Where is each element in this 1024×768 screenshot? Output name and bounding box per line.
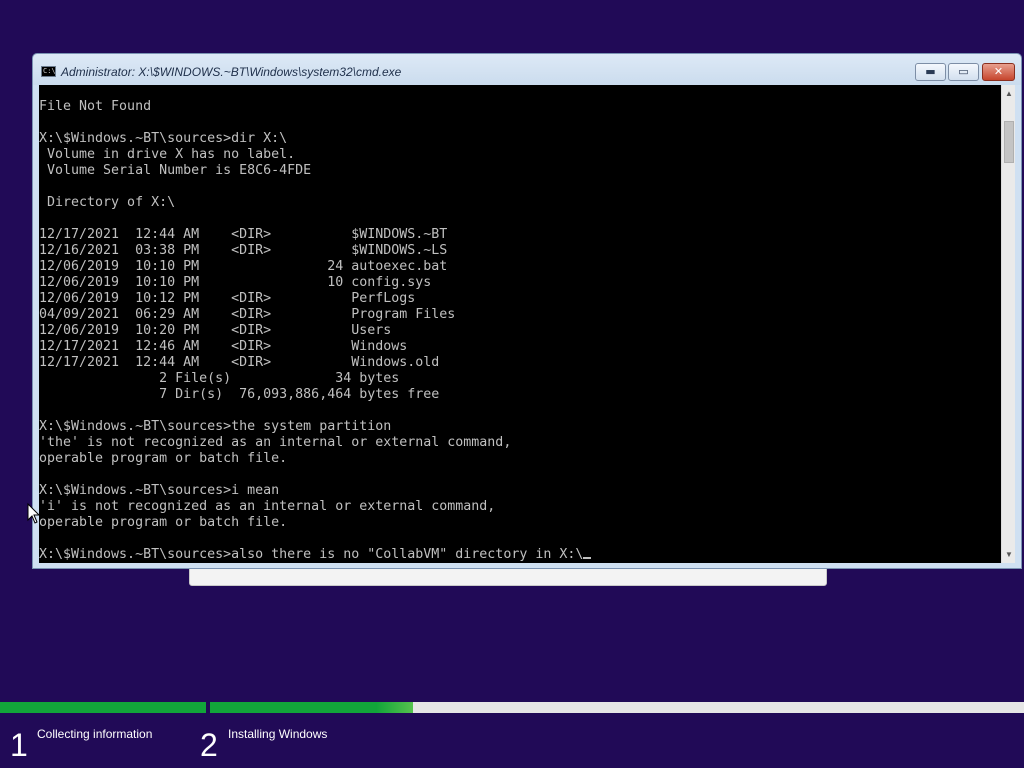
console-line: 7 Dir(s) 76,093,886,464 bytes free xyxy=(39,387,440,402)
step-2-label: Installing Windows xyxy=(228,727,328,741)
console-line: Volume in drive X has no label. xyxy=(39,147,296,162)
setup-progress-bar xyxy=(0,702,1024,713)
console-line: operable program or batch file. xyxy=(39,515,288,530)
console-line: 12/17/2021 12:44 AM <DIR> Windows.old xyxy=(39,355,440,370)
console-line: 12/17/2021 12:44 AM <DIR> $WINDOWS.~BT xyxy=(39,227,448,242)
console-line: 04/09/2021 06:29 AM <DIR> Program Files xyxy=(39,307,456,322)
console-line: 12/06/2019 10:10 PM 10 config.sys xyxy=(39,275,432,290)
minimize-icon: ▬ xyxy=(925,65,936,78)
console-line: 12/06/2019 10:10 PM 24 autoexec.bat xyxy=(39,259,448,274)
console-line: 12/17/2021 12:46 AM <DIR> Windows xyxy=(39,339,408,354)
maximize-button[interactable]: ▭ xyxy=(948,63,979,81)
step-2-number: 2 xyxy=(200,727,218,763)
console-line: 12/06/2019 10:12 PM <DIR> PerfLogs xyxy=(39,291,416,306)
close-button[interactable]: ✕ xyxy=(982,63,1015,81)
console-line: operable program or batch file. xyxy=(39,451,288,466)
vertical-scrollbar[interactable]: ▲ ▼ xyxy=(1001,85,1015,563)
console-line: File Not Found xyxy=(39,99,152,114)
step-1-label: Collecting information xyxy=(37,727,153,741)
console-line: 'the' is not recognized as an internal o… xyxy=(39,435,512,450)
console-output[interactable]: File Not Found X:\$Windows.~BT\sources>di… xyxy=(39,99,592,563)
text-cursor xyxy=(583,557,592,559)
title-bar[interactable]: C:\ Administrator: X:\$WINDOWS.~BT\Windo… xyxy=(33,54,1021,85)
step-1-number: 1 xyxy=(10,727,28,763)
desktop-background: C:\ Administrator: X:\$WINDOWS.~BT\Windo… xyxy=(0,0,1024,768)
console-line: 2 File(s) 34 bytes xyxy=(39,371,400,386)
progress-segment-installing xyxy=(210,702,413,713)
maximize-icon: ▭ xyxy=(958,65,969,78)
close-icon: ✕ xyxy=(993,65,1004,78)
console-area[interactable]: File Not Found X:\$Windows.~BT\sources>di… xyxy=(39,85,1015,563)
progress-segment-collecting xyxy=(0,702,206,713)
command-prompt-window[interactable]: C:\ Administrator: X:\$WINDOWS.~BT\Windo… xyxy=(32,53,1022,569)
console-line: 'i' is not recognized as an internal or … xyxy=(39,499,496,514)
console-prompt-text: X:\$Windows.~BT\sources>also there is no… xyxy=(39,547,584,562)
window-title: Administrator: X:\$WINDOWS.~BT\Windows\s… xyxy=(61,65,402,79)
console-prompt-line[interactable]: X:\$Windows.~BT\sources>also there is no… xyxy=(39,547,592,563)
minimize-button[interactable]: ▬ xyxy=(915,63,946,81)
scroll-up-icon[interactable]: ▲ xyxy=(1002,87,1015,101)
console-line: 12/16/2021 03:38 PM <DIR> $WINDOWS.~LS xyxy=(39,243,448,258)
console-line: 12/06/2019 10:20 PM <DIR> Users xyxy=(39,323,392,338)
console-line: Directory of X:\ xyxy=(39,195,176,210)
scroll-thumb[interactable] xyxy=(1004,121,1014,163)
console-line: X:\$Windows.~BT\sources>dir X:\ xyxy=(39,131,288,146)
mouse-pointer-icon xyxy=(27,502,41,524)
console-line: Volume Serial Number is E8C6-4FDE xyxy=(39,163,312,178)
cmd-app-icon[interactable]: C:\ xyxy=(41,66,56,77)
console-line: X:\$Windows.~BT\sources>the system parti… xyxy=(39,419,392,434)
console-line: X:\$Windows.~BT\sources>i mean xyxy=(39,483,280,498)
scroll-down-icon[interactable]: ▼ xyxy=(1002,548,1015,562)
